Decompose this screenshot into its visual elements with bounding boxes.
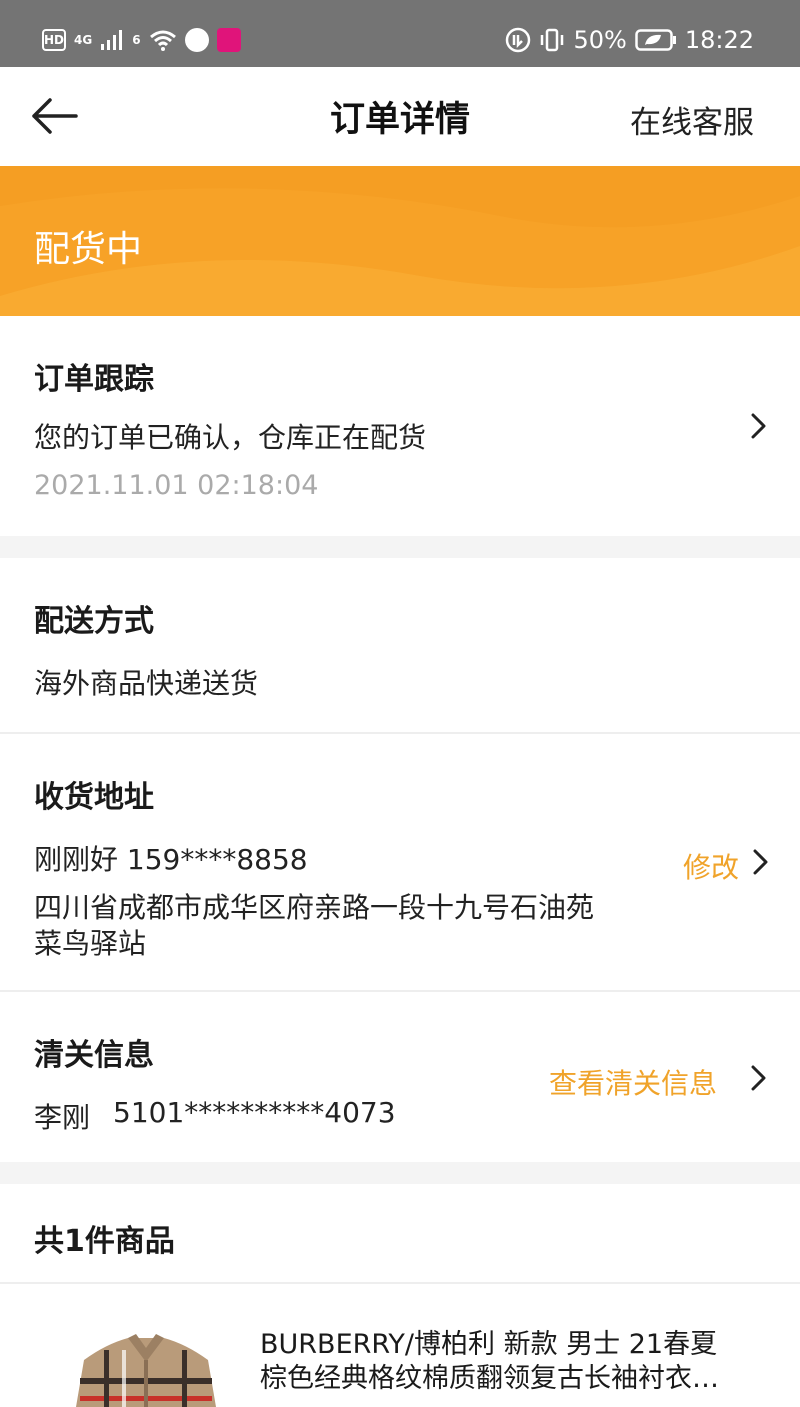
section-gap	[0, 536, 800, 558]
delivery-method-section: 配送方式 海外商品快递送货	[0, 558, 800, 732]
product-name-line1: BURBERRY/博柏利 新款 男士 21春夏	[260, 1329, 718, 1360]
delivery-method: 海外商品快递送货	[34, 667, 259, 700]
chevron-right-icon[interactable]	[750, 412, 768, 440]
app-notification-icon	[216, 28, 241, 52]
hd-label: HD	[44, 33, 65, 47]
product-name[interactable]: BURBERRY/博柏利 新款 男士 21春夏 棕色经典格纹棉质翻领复古长袖衬衣…	[260, 1328, 760, 1396]
battery-icon	[635, 29, 676, 51]
status-bar-right: 50% 18:22	[505, 22, 754, 58]
order-status-banner: 配货中	[0, 166, 800, 316]
wifi-icon	[149, 30, 176, 51]
chevron-right-icon[interactable]	[750, 1064, 768, 1092]
section-gap	[0, 1162, 800, 1184]
product-image[interactable]	[66, 1330, 226, 1407]
signal-4g-icon	[101, 30, 123, 50]
clock: 18:22	[684, 26, 754, 54]
tracking-message: 您的订单已确认，仓库正在配货	[34, 421, 427, 454]
hd-badge-icon: HD	[42, 29, 66, 51]
shipping-address-section[interactable]: 收货地址 刚刚好 159****8858 四川省成都市成华区府亲路一段十九号石油…	[0, 734, 800, 990]
order-status-text: 配货中	[34, 229, 143, 270]
wifi-label: 6	[132, 33, 141, 47]
address-contact: 刚刚好 159****8858	[34, 843, 308, 876]
view-customs-info-button[interactable]: 查看清关信息	[549, 1062, 717, 1102]
shirt-image	[76, 1334, 216, 1407]
customs-info-section[interactable]: 清关信息 李刚 5101**********4073 查看清关信息	[0, 992, 800, 1162]
address-line1: 四川省成都市成华区府亲路一段十九号石油苑	[34, 891, 595, 924]
top-nav-bar: 订单详情 在线客服	[0, 67, 800, 166]
status-bar-left: HD 4G 6	[42, 22, 241, 58]
audio-icon	[184, 28, 209, 52]
delivery-title: 配送方式	[34, 604, 154, 639]
tracking-time: 2021.11.01 02:18:04	[34, 470, 319, 501]
edit-address-button[interactable]: 修改	[683, 846, 739, 886]
customs-name: 李刚	[34, 1101, 91, 1134]
customs-title: 清关信息	[34, 1038, 154, 1073]
chevron-right-icon[interactable]	[752, 848, 770, 876]
customs-id-number: 5101**********4073	[113, 1096, 396, 1129]
products-section: 共1件商品	[0, 1184, 800, 1282]
product-name-line2: 棕色经典格纹棉质翻领复古长袖衬衣…	[260, 1363, 719, 1394]
address-title: 收货地址	[34, 780, 154, 815]
order-tracking-section[interactable]: 订单跟踪 您的订单已确认，仓库正在配货 2021.11.01 02:18:04	[0, 316, 800, 536]
nfc-icon	[506, 27, 531, 53]
products-summary: 共1件商品	[34, 1224, 175, 1259]
vibrate-icon	[541, 28, 564, 52]
tracking-title: 订单跟踪	[34, 362, 154, 397]
online-service-button[interactable]: 在线客服	[630, 97, 754, 142]
status-bar: HD 4G 6 50% 18:22	[0, 0, 800, 67]
divider	[0, 1282, 800, 1284]
network-type-label: 4G	[74, 33, 93, 47]
battery-percent: 50%	[573, 26, 627, 54]
address-line2: 菜鸟驿站	[34, 927, 147, 960]
